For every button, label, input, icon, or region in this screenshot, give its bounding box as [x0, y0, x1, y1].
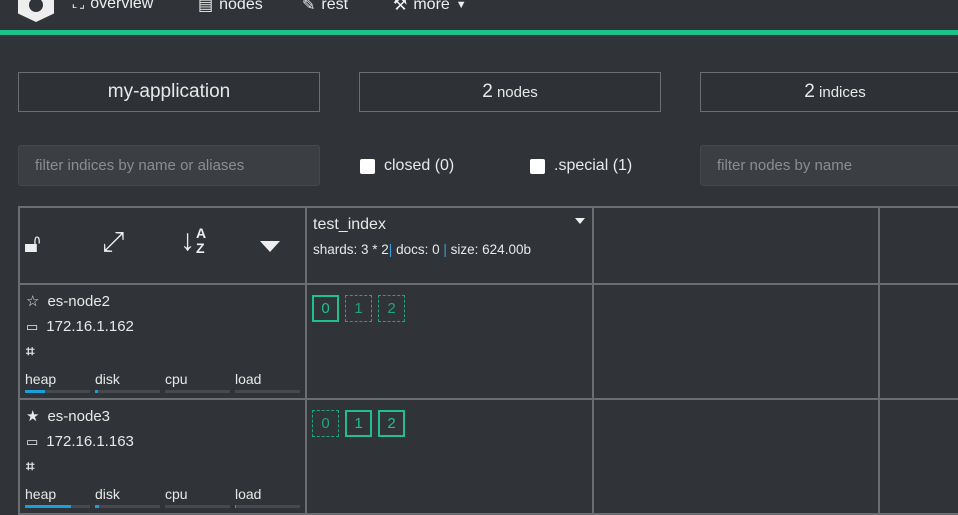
shard-replica[interactable]: 2 [378, 295, 405, 322]
metric-disk: disk [95, 371, 160, 393]
index-header[interactable]: test_index shards: 3 * 2| docs: 0 | size… [307, 208, 594, 285]
metric-load: load [235, 486, 300, 508]
load-bar [235, 390, 300, 393]
indices-count: 2 indices [700, 72, 958, 112]
nav-overview[interactable]: ⛶ overview [73, 0, 153, 13]
index-menu-icon[interactable] [575, 218, 585, 224]
hdd-icon: ▭ [26, 433, 39, 449]
sitemap-icon: ⛶ [73, 0, 85, 12]
cluster-name: my-application [18, 72, 320, 112]
shard-cell: 012 [307, 285, 594, 400]
server-icon: ▤ [198, 0, 214, 14]
filter-indices-input[interactable]: filter indices by name or aliases [18, 145, 320, 186]
hdd-icon: ▭ [26, 318, 39, 334]
node-name[interactable]: es-node3 [47, 408, 110, 425]
shard-primary[interactable]: 2 [378, 410, 405, 437]
shard-primary[interactable]: 1 [345, 410, 372, 437]
shard-cell: 012 [307, 400, 594, 515]
node-row: ☆ es-node2 ▭ 172.16.1.162 ⌗ heap disk cpu load [20, 285, 307, 400]
edit-icon: ✎ [302, 0, 316, 14]
load-bar [235, 505, 300, 508]
cerebro-logo[interactable] [18, 0, 54, 22]
accent-bar [0, 30, 958, 35]
index-name[interactable]: test_index [313, 216, 386, 234]
top-nav: ⛶ overview ▤ nodes ✎ rest ⚒ more ▼ [0, 0, 958, 31]
cpu-bar [165, 390, 230, 393]
metric-cpu: cpu [165, 371, 230, 393]
shard-primary[interactable]: 0 [312, 295, 339, 322]
caret-down-icon: ▼ [455, 0, 467, 11]
node-ip: 172.16.1.163 [46, 433, 134, 450]
nav-nodes[interactable]: ▤ nodes [198, 0, 263, 15]
overview-table: 🔓︎ ⤢ ↓ A Z test_index shards: 3 * 2| docs:… [18, 206, 958, 515]
wrench-icon: ⚒ [393, 0, 408, 14]
node-ip: 172.16.1.162 [46, 318, 134, 335]
node-row: ★ es-node3 ▭ 172.16.1.163 ⌗ heap disk cpu load [20, 400, 307, 515]
node-name[interactable]: es-node2 [47, 293, 110, 310]
shard-replica[interactable]: 1 [345, 295, 372, 322]
star-icon: ☆ [26, 293, 40, 310]
metric-load: load [235, 371, 300, 393]
heap-bar [25, 390, 90, 393]
expand-icon[interactable]: ⤢ [102, 226, 124, 259]
unlock-icon[interactable]: 🔓︎ [24, 228, 41, 260]
disk-bar [95, 505, 160, 508]
star-filled-icon: ★ [26, 408, 40, 425]
closed-checkbox[interactable]: closed (0) [360, 157, 454, 175]
disk-bar [95, 390, 160, 393]
heap-bar [25, 505, 90, 508]
caret-down-icon[interactable] [260, 241, 280, 252]
metric-disk: disk [95, 486, 160, 508]
nav-rest[interactable]: ✎ rest [302, 0, 348, 15]
crop-icon: ⌗ [26, 343, 35, 360]
metric-heap: heap [25, 486, 90, 508]
cpu-bar [165, 505, 230, 508]
metric-cpu: cpu [165, 486, 230, 508]
special-checkbox[interactable]: .special (1) [530, 157, 632, 175]
nodes-count: 2 nodes [359, 72, 661, 112]
crop-icon: ⌗ [26, 458, 35, 475]
filter-nodes-input[interactable]: filter nodes by name [700, 145, 958, 186]
index-info: shards: 3 * 2| docs: 0 | size: 624.00b [313, 242, 531, 257]
table-controls: 🔓︎ ⤢ ↓ A Z [20, 208, 307, 285]
shard-replica[interactable]: 0 [312, 410, 339, 437]
metric-heap: heap [25, 371, 90, 393]
sort-alpha-icon[interactable]: ↓ A Z [180, 224, 206, 258]
nav-more[interactable]: ⚒ more ▼ [393, 0, 467, 15]
